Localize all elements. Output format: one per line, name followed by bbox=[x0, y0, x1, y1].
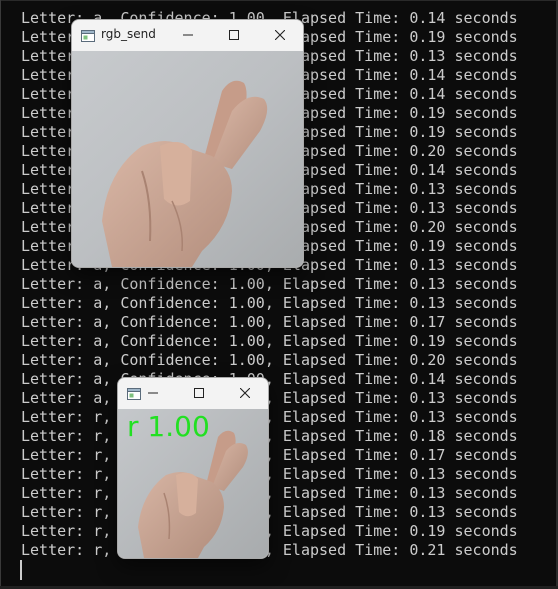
close-button[interactable] bbox=[257, 20, 303, 51]
terminal-line: Letter: a, Confidence: 1.00, Elapsed Tim… bbox=[21, 275, 518, 293]
terminal-line: Letter: r, Confidence: 1.00, Elapsed Tim… bbox=[21, 465, 518, 483]
maximize-button[interactable] bbox=[176, 378, 222, 409]
hand-crossed-fingers-image bbox=[72, 51, 303, 267]
minimize-button[interactable] bbox=[130, 378, 176, 409]
terminal-line: Letter: a, Confidence: 1.00, Elapsed Tim… bbox=[21, 332, 518, 350]
app-window-icon bbox=[81, 30, 95, 42]
maximize-icon bbox=[229, 30, 239, 40]
prediction-overlay-label: r 1.00 bbox=[127, 410, 210, 443]
minimize-button[interactable] bbox=[165, 20, 211, 51]
maximize-icon bbox=[194, 388, 204, 398]
terminal-line: Letter: a, Confidence: 1.00, Elapsed Tim… bbox=[21, 370, 518, 388]
terminal-top-border bbox=[0, 0, 558, 7]
prediction-window[interactable]: r 1.00 bbox=[118, 378, 268, 558]
terminal-left-border bbox=[0, 0, 1, 589]
terminal-line: Letter: r, Confidence: 1.00, Elapsed Tim… bbox=[21, 503, 518, 521]
close-icon bbox=[240, 388, 250, 398]
terminal-line: Letter: a, Confidence: 1.00, Elapsed Tim… bbox=[21, 313, 518, 331]
rgb-send-titlebar[interactable]: rgb_send bbox=[72, 20, 303, 51]
camera-frame bbox=[72, 51, 303, 267]
close-button[interactable] bbox=[222, 378, 268, 409]
maximize-button[interactable] bbox=[211, 20, 257, 51]
terminal-line: Letter: r, Confidence: 1.00, Elapsed Tim… bbox=[21, 484, 518, 502]
window-title: rgb_send bbox=[101, 27, 156, 41]
terminal-line: Letter: r, Confidence: 1.00, Elapsed Tim… bbox=[21, 408, 518, 426]
terminal-line: Letter: r, Confidence: 1.00, Elapsed Tim… bbox=[21, 446, 518, 464]
minimize-icon bbox=[148, 392, 158, 394]
close-icon bbox=[275, 30, 285, 40]
terminal-line: Letter: r, Confidence: 1.00, Elapsed Tim… bbox=[21, 427, 518, 445]
camera-frame: r 1.00 bbox=[118, 409, 268, 558]
terminal-line: Letter: a, Confidence: 1.00, Elapsed Tim… bbox=[21, 351, 518, 369]
terminal-line: Letter: r, Confidence: 1.00, Elapsed Tim… bbox=[21, 522, 518, 540]
terminal-line: Letter: r, Confidence: 1.00, Elapsed Tim… bbox=[21, 541, 518, 559]
prediction-titlebar[interactable] bbox=[118, 378, 268, 409]
rgb-send-window[interactable]: rgb_send bbox=[72, 20, 303, 267]
terminal-line: Letter: a, Confidence: 1.00, Elapsed Tim… bbox=[21, 389, 518, 407]
text-cursor bbox=[20, 560, 22, 580]
terminal-line: Letter: a, Confidence: 1.00, Elapsed Tim… bbox=[21, 294, 518, 312]
minimize-icon bbox=[183, 34, 193, 36]
